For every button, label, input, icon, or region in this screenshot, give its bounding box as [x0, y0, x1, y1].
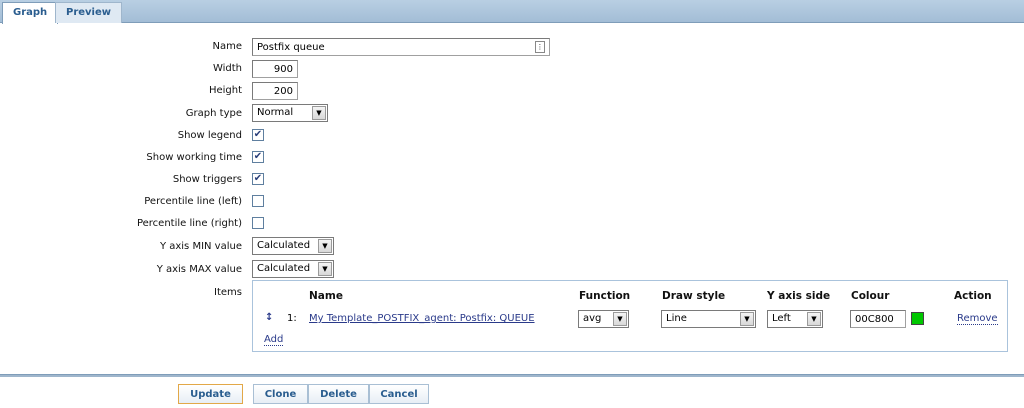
col-header-draw-style: Draw style: [662, 290, 726, 302]
name-row: Name Postfix queue ⋮: [0, 38, 1024, 56]
y-max-row: Y axis MAX value Calculated ▼: [0, 260, 1024, 278]
show-legend-checkbox[interactable]: ✔: [252, 129, 264, 141]
item-colour-input[interactable]: 00C800: [850, 310, 906, 328]
item-function-value: avg: [583, 313, 602, 324]
item-y-axis-side-select[interactable]: Left ▼: [767, 310, 823, 328]
height-input[interactable]: 200: [252, 82, 298, 100]
show-legend-label: Show legend: [177, 130, 242, 141]
col-header-name: Name: [309, 290, 343, 302]
graph-type-label: Graph type: [185, 108, 242, 119]
y-min-value: Calculated: [257, 240, 311, 251]
width-row: Width 900: [0, 60, 1024, 78]
update-button[interactable]: Update: [178, 384, 243, 404]
col-header-action: Action: [954, 290, 992, 302]
delete-button[interactable]: Delete: [308, 384, 369, 404]
chevron-down-icon: ▼: [740, 312, 754, 326]
chevron-down-icon: ▼: [318, 262, 332, 276]
y-min-row: Y axis MIN value Calculated ▼: [0, 237, 1024, 255]
graph-type-row: Graph type Normal ▼: [0, 104, 1024, 122]
col-header-y-axis-side: Y axis side: [767, 290, 831, 302]
col-header-function: Function: [579, 290, 631, 302]
footer-divider: [0, 374, 1024, 377]
name-input-value: Postfix queue: [257, 42, 325, 53]
width-input[interactable]: 900: [252, 60, 298, 78]
item-index: 1:: [287, 313, 297, 324]
percentile-right-label: Percentile line (right): [136, 218, 242, 229]
tab-preview[interactable]: Preview: [55, 2, 123, 23]
show-triggers-checkbox[interactable]: ✔: [252, 173, 264, 185]
width-label: Width: [212, 63, 242, 74]
name-input[interactable]: Postfix queue ⋮: [252, 38, 550, 56]
colour-swatch[interactable]: [911, 312, 924, 325]
y-max-select[interactable]: Calculated ▼: [252, 260, 334, 278]
height-row: Height 200: [0, 82, 1024, 100]
cancel-button[interactable]: Cancel: [369, 384, 429, 404]
tab-bar: Graph Preview: [0, 0, 1024, 24]
tab-graph[interactable]: Graph: [2, 2, 59, 24]
y-min-label: Y axis MIN value: [159, 241, 242, 252]
chevron-down-icon: ▼: [807, 312, 821, 326]
show-working-time-row: Show working time ✔: [0, 150, 1024, 168]
drag-handle-icon[interactable]: ↕: [265, 312, 273, 323]
items-table: Name Function Draw style Y axis side Col…: [252, 280, 1008, 352]
percentile-left-row: Percentile line (left): [0, 194, 1024, 212]
clone-button[interactable]: Clone: [253, 384, 308, 404]
show-triggers-row: Show triggers ✔: [0, 172, 1024, 190]
item-draw-style-value: Line: [666, 313, 687, 324]
graph-type-value: Normal: [257, 107, 294, 118]
percentile-right-checkbox[interactable]: [252, 217, 264, 229]
chevron-down-icon: ▼: [613, 312, 627, 326]
item-y-axis-side-value: Left: [772, 313, 791, 324]
show-triggers-label: Show triggers: [172, 174, 242, 185]
item-name-link[interactable]: My Template_POSTFIX_agent: Postfix: QUEU…: [309, 313, 535, 324]
y-max-value: Calculated: [257, 263, 311, 274]
graph-type-select[interactable]: Normal ▼: [252, 104, 328, 122]
remove-item-link[interactable]: Remove: [957, 313, 998, 325]
y-max-label: Y axis MAX value: [156, 264, 242, 275]
add-item-link[interactable]: Add: [264, 334, 284, 346]
percentile-right-row: Percentile line (right): [0, 216, 1024, 234]
item-function-select[interactable]: avg ▼: [578, 310, 629, 328]
name-label: Name: [212, 41, 242, 52]
item-draw-style-select[interactable]: Line ▼: [661, 310, 756, 328]
percentile-left-checkbox[interactable]: [252, 195, 264, 207]
height-label: Height: [208, 85, 242, 96]
show-legend-row: Show legend ✔: [0, 128, 1024, 146]
table-row: ↕ 1: My Template_POSTFIX_agent: Postfix:…: [253, 309, 1007, 329]
col-header-colour: Colour: [851, 290, 890, 302]
show-working-time-label: Show working time: [146, 152, 242, 163]
text-entry-icon: ⋮: [535, 41, 545, 53]
y-min-select[interactable]: Calculated ▼: [252, 237, 334, 255]
percentile-left-label: Percentile line (left): [144, 196, 242, 207]
items-label: Items: [214, 287, 242, 298]
chevron-down-icon: ▼: [318, 239, 332, 253]
show-working-time-checkbox[interactable]: ✔: [252, 151, 264, 163]
chevron-down-icon: ▼: [312, 106, 326, 120]
